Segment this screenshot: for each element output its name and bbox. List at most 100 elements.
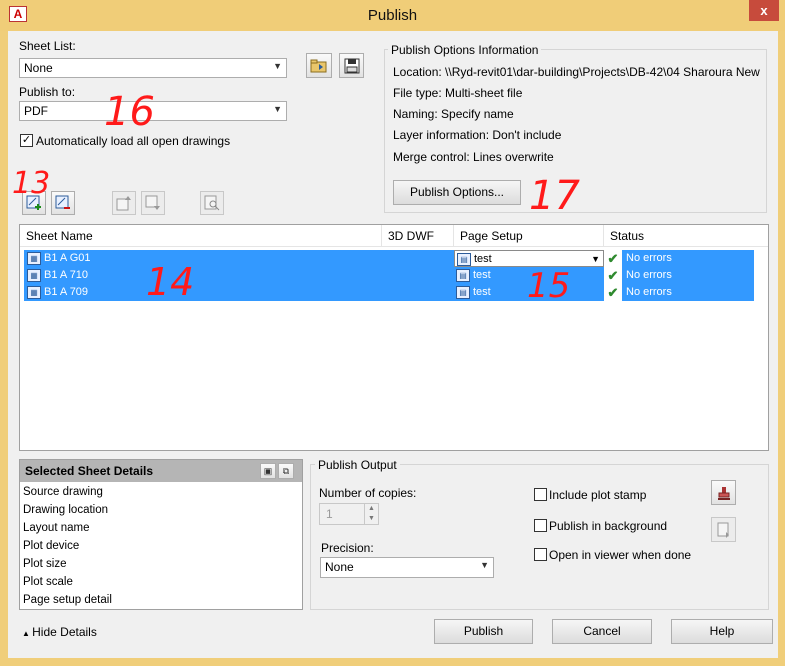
checkmark-icon: ✔ xyxy=(604,250,622,267)
publish-to-label: Publish to: xyxy=(19,85,76,99)
spinner-arrows-icon[interactable]: ▲ ▼ xyxy=(364,504,378,524)
page-setup-value: test xyxy=(474,253,492,265)
remove-sheet-icon xyxy=(55,195,70,209)
window-title: Publish xyxy=(367,7,418,24)
sheet-list-dropdown[interactable]: None ▼ xyxy=(19,58,287,78)
column-status[interactable]: Status xyxy=(604,225,768,247)
move-down-icon xyxy=(145,195,160,210)
status-cell: No errors xyxy=(622,250,754,267)
help-button[interactable]: Help xyxy=(671,619,773,644)
publish-options-info-title: Publish Options Information xyxy=(388,43,542,57)
preview-button[interactable] xyxy=(200,191,224,215)
checkmark-icon: ✔ xyxy=(604,284,622,301)
annotation-16: 16 xyxy=(104,89,155,135)
plot-stamp-icon xyxy=(717,486,730,500)
background-publish-settings-button[interactable] xyxy=(711,517,736,542)
page-setup-icon: ▤ xyxy=(456,285,470,299)
hide-details-toggle[interactable]: ▲ Hide Details xyxy=(22,625,97,639)
chevron-down-icon: ▼ xyxy=(480,560,489,570)
move-sheet-up-button[interactable] xyxy=(112,191,136,215)
grid-header: Sheet Name 3D DWF Page Setup Status xyxy=(20,225,768,247)
detail-layout-name: Layout name xyxy=(23,522,90,534)
sheet-name-cell[interactable]: ▦ B1 A 709 xyxy=(24,284,454,301)
move-sheet-down-button[interactable] xyxy=(141,191,165,215)
detail-page-setup: Page setup detail xyxy=(23,594,112,606)
column-page-setup[interactable]: Page Setup xyxy=(454,225,604,247)
sheet-name-cell[interactable]: ▦ B1 A G01 xyxy=(24,250,454,267)
cancel-button[interactable]: Cancel xyxy=(552,619,652,644)
annotation-17: 17 xyxy=(529,173,580,219)
status-cell: No errors xyxy=(622,284,754,301)
copies-spinner[interactable]: 1 ▲ ▼ xyxy=(319,503,379,525)
publish-button[interactable]: Publish xyxy=(434,619,533,644)
precision-value: None xyxy=(325,560,354,574)
open-folder-icon xyxy=(310,59,327,72)
publish-page-icon xyxy=(717,522,729,538)
hide-details-label: Hide Details xyxy=(32,625,97,639)
copies-label: Number of copies: xyxy=(319,486,417,500)
publish-to-value: PDF xyxy=(24,104,48,118)
save-sheet-list-button[interactable] xyxy=(339,53,364,78)
plot-stamp-settings-button[interactable] xyxy=(711,480,736,505)
sheet-list-grid[interactable]: Sheet Name 3D DWF Page Setup Status ▦ B1 … xyxy=(19,224,769,451)
remove-sheets-button[interactable] xyxy=(51,191,75,215)
open-in-viewer-label: Open in viewer when done xyxy=(549,548,692,562)
publish-in-background-checkbox[interactable] xyxy=(534,519,547,532)
chevron-down-icon: ▼ xyxy=(591,254,600,264)
precision-label: Precision: xyxy=(321,541,374,555)
load-sheet-list-button[interactable] xyxy=(306,53,332,78)
detail-plot-size: Plot size xyxy=(23,558,67,570)
location-info: Location: \\Ryd-revit01\dar-building\Pro… xyxy=(393,65,763,79)
table-row[interactable]: ▦ B1 A G01 ▤ test ▼ ✔ No errors xyxy=(20,250,768,267)
floppy-disk-icon xyxy=(344,58,359,73)
chevron-down-icon: ▼ xyxy=(273,61,282,71)
merge-control-info: Merge control: Lines overwrite xyxy=(393,150,554,164)
close-button[interactable]: x xyxy=(749,0,779,21)
page-setup-icon: ▤ xyxy=(457,252,471,266)
detail-source-drawing: Source drawing xyxy=(23,486,103,498)
sheet-icon: ▦ xyxy=(27,251,41,265)
selected-sheet-details-panel: Selected Sheet Details ▣ ⧉ Source drawin… xyxy=(19,459,303,610)
auto-load-checkbox[interactable]: ✓ xyxy=(20,134,33,147)
sheet-name: B1 A 709 xyxy=(44,286,89,298)
copies-value: 1 xyxy=(326,507,333,521)
annotation-15: 15 xyxy=(527,266,571,306)
chevron-down-icon: ▼ xyxy=(273,104,282,114)
auto-load-label: Automatically load all open drawings xyxy=(36,134,231,148)
include-plot-stamp-checkbox[interactable] xyxy=(534,488,547,501)
detail-plot-device: Plot device xyxy=(23,540,80,552)
sheet-list-label: Sheet List: xyxy=(19,39,76,53)
publish-output-title: Publish Output xyxy=(315,458,400,472)
sheet-name: B1 A G01 xyxy=(44,252,91,264)
annotation-13: 13 xyxy=(12,166,51,201)
column-3d-dwf[interactable]: 3D DWF xyxy=(382,225,454,247)
sheet-icon: ▦ xyxy=(27,268,41,282)
table-row[interactable]: ▦ B1 A 710 ▤ test ✔ No errors xyxy=(20,267,768,284)
sheet-name-cell[interactable]: ▦ B1 A 710 xyxy=(24,267,454,284)
details-view-icon[interactable]: ▣ xyxy=(260,463,276,479)
file-type-info: File type: Multi-sheet file xyxy=(393,86,523,100)
checkmark-icon: ✔ xyxy=(604,267,622,284)
naming-info: Naming: Specify name xyxy=(393,107,514,121)
annotation-14: 14 xyxy=(146,260,195,304)
open-in-viewer-checkbox[interactable] xyxy=(534,548,547,561)
sheet-name: B1 A 710 xyxy=(44,269,89,281)
table-row[interactable]: ▦ B1 A 709 ▤ test ✔ No errors xyxy=(20,284,768,301)
preview-magnifier-icon xyxy=(204,195,220,211)
include-plot-stamp-label: Include plot stamp xyxy=(549,488,647,502)
layer-info: Layer information: Don't include xyxy=(393,128,562,142)
column-sheet-name[interactable]: Sheet Name xyxy=(20,225,382,247)
triangle-up-icon: ▲ xyxy=(22,629,33,638)
details-copy-icon[interactable]: ⧉ xyxy=(278,463,294,479)
page-setup-value: test xyxy=(473,286,491,298)
page-setup-icon: ▤ xyxy=(456,268,470,282)
sheet-icon: ▦ xyxy=(27,285,41,299)
page-setup-dropdown[interactable]: ▤ test ▼ xyxy=(454,250,604,267)
sheet-list-value: None xyxy=(24,61,53,75)
status-cell: No errors xyxy=(622,267,754,284)
detail-drawing-location: Drawing location xyxy=(23,504,109,516)
publish-options-button[interactable]: Publish Options... xyxy=(393,180,521,205)
detail-plot-scale: Plot scale xyxy=(23,576,73,588)
precision-dropdown[interactable]: None ▼ xyxy=(320,557,494,578)
page-setup-value: test xyxy=(473,269,491,281)
